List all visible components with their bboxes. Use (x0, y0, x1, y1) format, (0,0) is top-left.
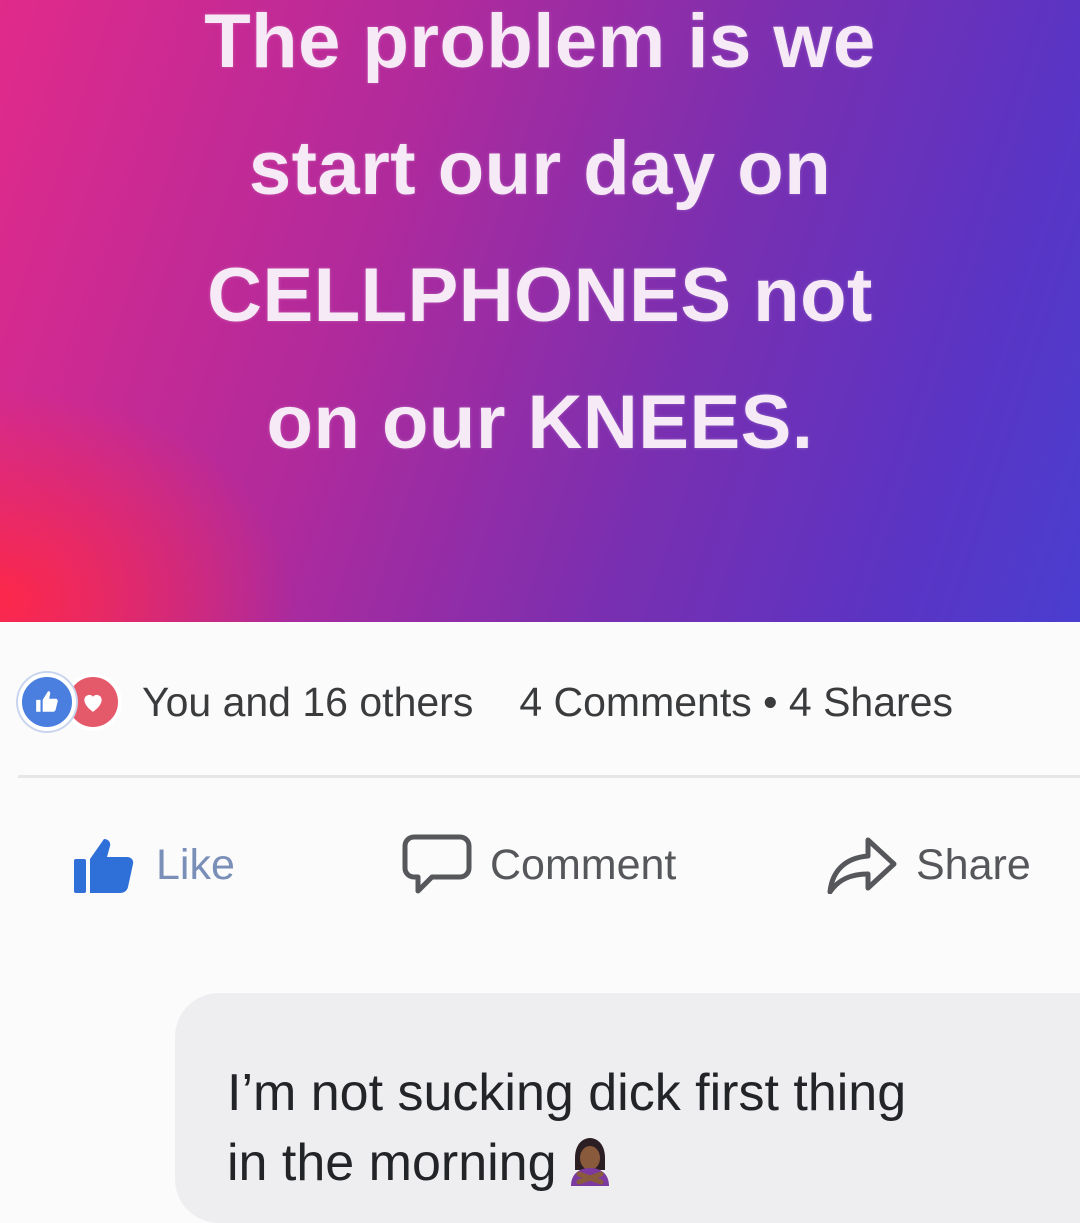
like-label: Like (156, 840, 235, 889)
share-label: Share (916, 840, 1031, 889)
reactions-count[interactable]: You and 16 others (142, 679, 473, 726)
speech-bubble-icon (402, 833, 472, 897)
post-text-line: on our KNEES. (266, 380, 814, 465)
comment-line-2: in the morning (227, 1128, 1067, 1204)
comment-button[interactable]: Comment (402, 820, 676, 910)
share-arrow-icon (826, 836, 898, 894)
post-image[interactable]: The problem is we start our day on CELLP… (0, 0, 1080, 622)
thumbs-up-icon (72, 835, 138, 895)
comment-line-text: in the morning (227, 1134, 557, 1192)
facebook-post: The problem is we start our day on CELLP… (0, 0, 1080, 1223)
like-button[interactable]: Like (72, 820, 235, 910)
action-bar: Like Comment Share (0, 820, 1080, 910)
comment-line: I’m not sucking dick first thing (227, 1064, 907, 1122)
person-gesturing-no-icon (569, 1134, 611, 1204)
post-text-line: CELLPHONES not (207, 253, 873, 338)
reaction-icons[interactable] (18, 673, 122, 731)
comment-bubble[interactable]: I’m not sucking dick first thing in the … (175, 993, 1080, 1223)
post-text: The problem is we start our day on CELLP… (0, 0, 1080, 486)
reactions-summary: You and 16 others 4 Comments • 4 Shares (18, 672, 953, 732)
comment-text: I’m not sucking dick first thing in the … (227, 1058, 1067, 1204)
like-reaction-icon (18, 673, 76, 731)
share-button[interactable]: Share (826, 820, 1031, 910)
comments-shares-count[interactable]: 4 Comments • 4 Shares (519, 679, 953, 726)
post-text-line: start our day on (248, 126, 832, 211)
divider (18, 775, 1080, 778)
comment-label: Comment (490, 840, 677, 889)
post-text-line: The problem is we (204, 0, 876, 84)
